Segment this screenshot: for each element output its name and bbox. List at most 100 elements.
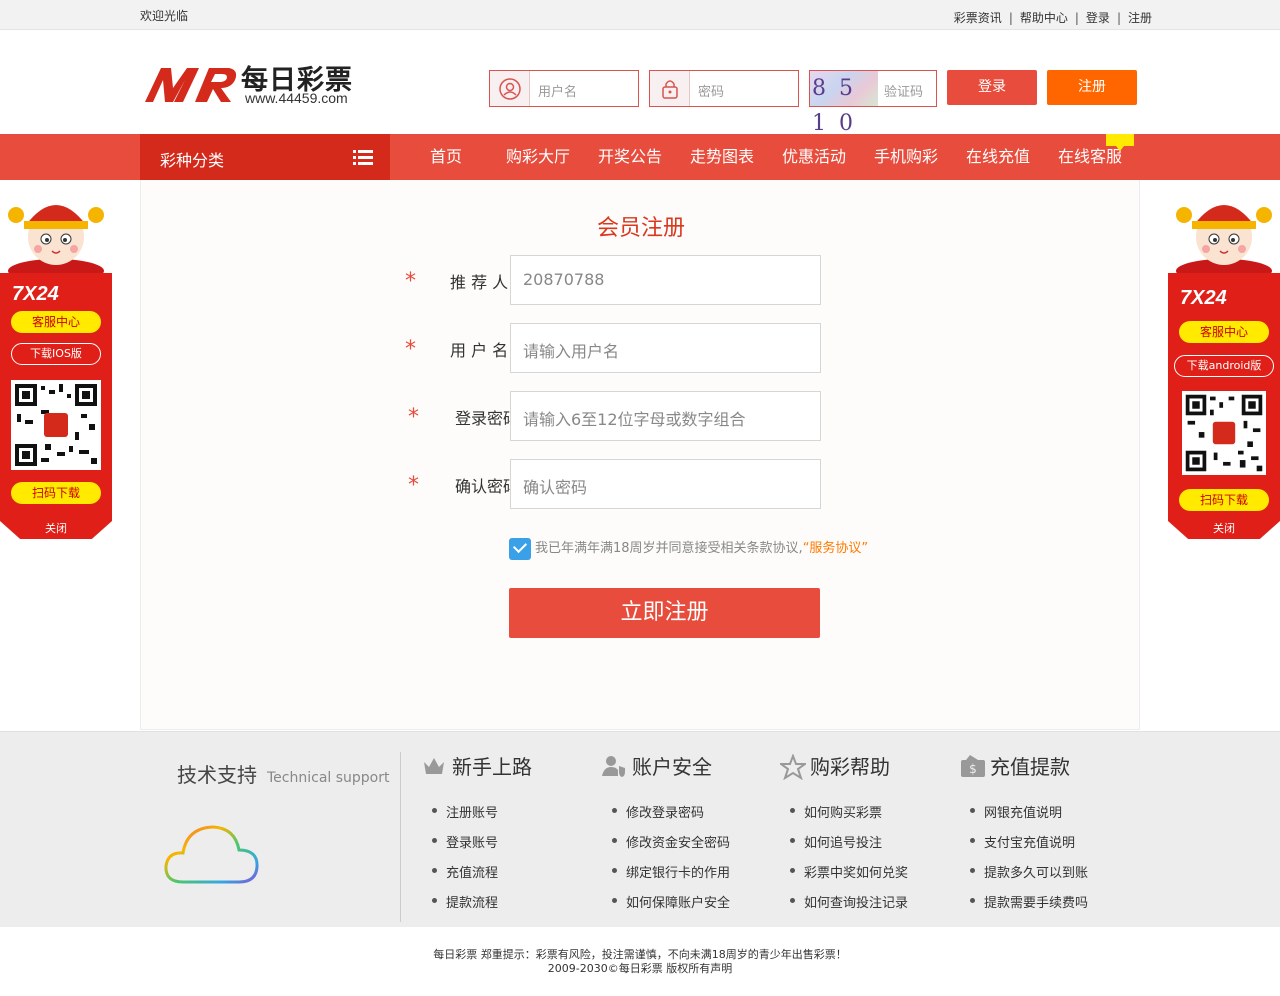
agreement-link[interactable]: “服务协议”	[803, 541, 868, 556]
right-float-panel: 7X24 客服中心 下载android版 扫码下载 关闭	[1168, 185, 1280, 540]
referrer-input[interactable]: 20870788	[510, 255, 821, 305]
password-input[interactable]: 密码	[649, 70, 799, 107]
footer-link[interactable]: 登录账号	[422, 832, 592, 862]
username-row: * 用 户 名 请输入用户名	[141, 323, 1141, 373]
confirm-password-input[interactable]: 确认密码	[510, 459, 821, 509]
nav-item-lobby[interactable]: 购彩大厅	[492, 134, 584, 180]
nav-item-trends[interactable]: 走势图表	[676, 134, 768, 180]
user-icon	[490, 71, 530, 106]
mascot-icon	[1176, 205, 1272, 275]
left-close-button[interactable]: 关闭	[0, 521, 112, 539]
page-title: 会员注册	[596, 216, 685, 241]
category-label: 彩种分类	[160, 151, 225, 170]
list-icon	[353, 150, 373, 165]
welcome-text: 欢迎光临	[140, 9, 189, 23]
footer-link[interactable]: 提款流程	[422, 892, 592, 922]
confirm-row: * 确认密码 确认密码	[141, 459, 1141, 509]
footer-col-beginner: 新手上路 注册账号 登录账号 充值流程 提款流程	[422, 752, 592, 922]
footer-link[interactable]: 绑定银行卡的作用	[602, 862, 772, 892]
password-placeholder: 密码	[698, 85, 725, 100]
footer-link[interactable]: 彩票中奖如何兑奖	[780, 862, 950, 892]
footer-link[interactable]: 如何保障账户安全	[602, 892, 772, 922]
scan-download-button[interactable]: 扫码下载	[11, 482, 101, 504]
register-submit-button[interactable]: 立即注册	[509, 588, 820, 638]
footer-link[interactable]: 网银充值说明	[960, 802, 1130, 832]
hot-badge	[1106, 134, 1134, 151]
nav-item-promotions[interactable]: 优惠活动	[768, 134, 860, 180]
captcha-input[interactable]: 8 5 1 0 验证码	[809, 70, 937, 136]
crown-icon	[424, 758, 444, 774]
footer-link[interactable]: 如何追号投注	[780, 832, 950, 862]
footer-link[interactable]: 充值流程	[422, 862, 592, 892]
footer-col-title: 充值提款	[990, 755, 1070, 779]
support-title: 技术支持 Technical support	[177, 763, 390, 787]
footer-link[interactable]: 如何查询投注记录	[780, 892, 950, 922]
username-label: 用 户 名	[450, 341, 509, 360]
site-url: www.44459.com	[245, 90, 348, 106]
referrer-label: 推 荐 人	[450, 273, 509, 292]
copyright: 每日彩票 郑重提示：彩票有风险，投注需谨慎，不向未满18周岁的青少年出售彩票！ …	[0, 948, 1280, 976]
password-row: * 登录密码 请输入6至12位字母或数字组合	[141, 391, 1141, 441]
required-mark: *	[405, 269, 416, 294]
customer-service-button[interactable]: 客服中心	[1179, 321, 1269, 343]
top-link-help[interactable]: 帮助中心	[1020, 11, 1068, 25]
footer: 技术支持 Technical support 新手上路 注册账号 登录账号 充值流…	[0, 731, 1280, 927]
required-mark: *	[408, 405, 419, 430]
support-subtitle: Technical support	[267, 770, 390, 786]
footer-col-payment: $ 充值提款 网银充值说明 支付宝充值说明 提款多久可以到账 提款需要手续费吗	[960, 752, 1130, 922]
nav-item-home[interactable]: 首页	[400, 134, 492, 180]
category-menu[interactable]: 彩种分类	[140, 134, 390, 180]
user-shield-icon	[602, 756, 625, 777]
qr-code-icon	[1182, 391, 1266, 475]
referrer-row: * 推 荐 人 20870788	[141, 255, 1141, 305]
star-icon	[780, 754, 806, 780]
agree-checkbox[interactable]	[509, 537, 531, 560]
site-logo[interactable]: 每日彩票 www.44459.com	[143, 62, 368, 110]
username-placeholder: 用户名	[538, 85, 578, 100]
right-close-button[interactable]: 关闭	[1168, 521, 1280, 539]
nav-item-recharge[interactable]: 在线充值	[952, 134, 1044, 180]
nav-item-mobile[interactable]: 手机购彩	[860, 134, 952, 180]
register-button[interactable]: 注册	[1047, 70, 1137, 105]
footer-col-title: 新手上路	[452, 755, 532, 779]
mr-logo-icon	[145, 68, 237, 102]
download-android-button[interactable]: 下载android版	[1174, 355, 1274, 377]
footer-link[interactable]: 提款需要手续费吗	[960, 892, 1130, 922]
hours-label: 7X24	[12, 283, 59, 305]
register-username-input[interactable]: 请输入用户名	[510, 323, 821, 373]
scan-download-button[interactable]: 扫码下载	[1179, 489, 1269, 511]
register-password-input[interactable]: 请输入6至12位字母或数字组合	[510, 391, 821, 441]
main-nav: 彩种分类 首页 购彩大厅 开奖公告 走势图表 优惠活动 手机购彩 在线充值 在线…	[0, 134, 1280, 180]
top-link-news[interactable]: 彩票资讯	[954, 11, 1002, 25]
footer-col-security: 账户安全 修改登录密码 修改资金安全密码 绑定银行卡的作用 如何保障账户安全	[602, 752, 772, 922]
mascot-icon	[8, 205, 104, 275]
agreement: 我已年满年满18周岁并同意接受相关条款协议,“服务协议”	[509, 537, 868, 560]
footer-link[interactable]: 支付宝充值说明	[960, 832, 1130, 862]
nav-item-results[interactable]: 开奖公告	[584, 134, 676, 180]
captcha-image[interactable]: 8 5 1 0	[810, 71, 878, 136]
top-link-login[interactable]: 登录	[1086, 11, 1110, 25]
hours-label: 7X24	[1180, 287, 1227, 309]
username-input[interactable]: 用户名	[489, 70, 639, 107]
top-links: 彩票资讯 | 帮助中心 | 登录 | 注册	[953, 11, 1152, 25]
left-float-panel: 7X24 客服中心 下载IOS版 扫码下载 关闭	[0, 185, 112, 540]
header: 每日彩票 www.44459.com 用户名 密码 8 5 1 0 验证码 登录…	[0, 30, 1280, 136]
footer-link[interactable]: 修改资金安全密码	[602, 832, 772, 862]
required-mark: *	[405, 337, 416, 362]
footer-link[interactable]: 提款多久可以到账	[960, 862, 1130, 892]
customer-service-button[interactable]: 客服中心	[11, 311, 101, 333]
footer-link[interactable]: 注册账号	[422, 802, 592, 832]
download-ios-button[interactable]: 下载IOS版	[11, 343, 101, 365]
top-bar: 欢迎光临 彩票资讯 | 帮助中心 | 登录 | 注册	[0, 0, 1280, 30]
top-link-register[interactable]: 注册	[1128, 11, 1152, 25]
copyright-line-1: 每日彩票 郑重提示：彩票有风险，投注需谨慎，不向未满18周岁的青少年出售彩票！	[433, 948, 847, 961]
copyright-line-2: 2009-2030©每日彩票 版权所有声明	[547, 962, 733, 975]
footer-link[interactable]: 修改登录密码	[602, 802, 772, 832]
login-button[interactable]: 登录	[947, 70, 1037, 105]
captcha-placeholder: 验证码	[884, 85, 924, 100]
svg-text:$: $	[969, 762, 977, 776]
footer-link[interactable]: 如何购买彩票	[780, 802, 950, 832]
register-panel: 会员注册 * 推 荐 人 20870788 * 用 户 名 请输入用户名 * 登…	[140, 180, 1140, 730]
footer-divider	[400, 752, 401, 922]
wallet-icon: $	[961, 755, 985, 777]
